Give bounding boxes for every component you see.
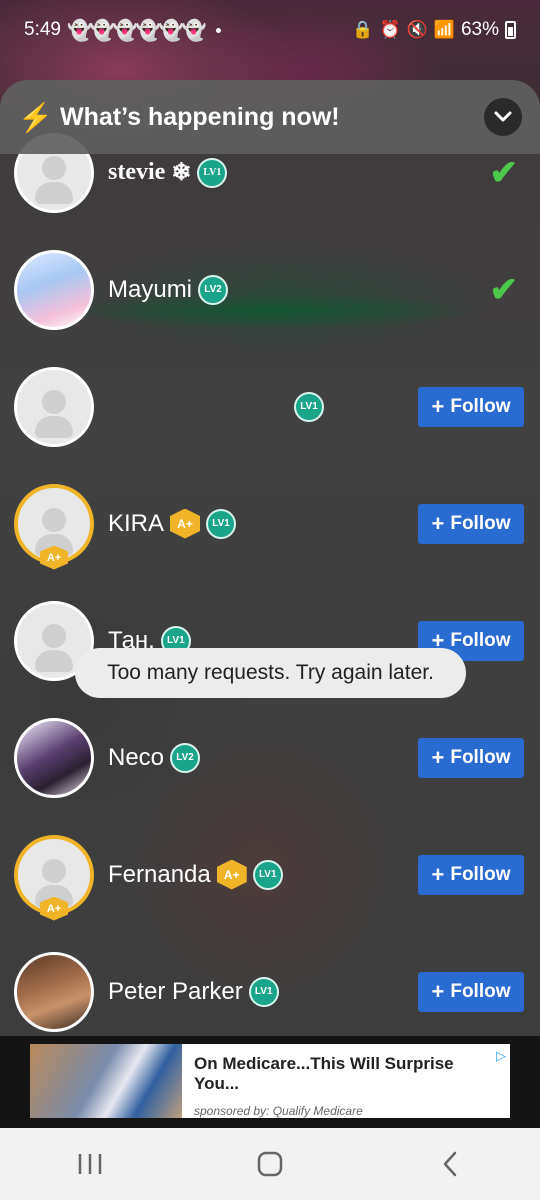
home-button[interactable] [240, 1144, 300, 1184]
lightning-bolt-icon: ⚡ [18, 101, 53, 133]
grade-badge: A+ [216, 859, 247, 890]
list-item[interactable]: A+ Fernanda A+ LV1 + Follow [0, 816, 540, 933]
home-icon [257, 1151, 283, 1177]
follow-button[interactable]: + Follow [418, 971, 524, 1012]
user-name: Fernanda [108, 860, 211, 888]
level-badge: LV1 [294, 391, 324, 422]
user-list[interactable]: stevie ❄ LV1 ✔ Mayumi LV2 ✔ LV1 + Follow… [0, 132, 540, 1128]
level-badge: LV1 [252, 859, 283, 890]
list-item[interactable]: Neco LV2 + Follow [0, 699, 540, 816]
ad-sponsor: sponsored by: Qualify Medicare [194, 1104, 363, 1118]
ad-headline[interactable]: On Medicare...This Will Surprise You... [194, 1054, 498, 1094]
back-chevron-icon [443, 1151, 457, 1177]
ad-banner-area: On Medicare...This Will Surprise You... … [0, 1036, 540, 1128]
battery-icon [505, 21, 516, 39]
ad-image[interactable] [30, 1044, 182, 1118]
whats-happening-panel: ⚡ What’s happening now! stevie ❄ LV1 ✔ M… [0, 80, 540, 1128]
snapchat-ghost-icon: 👻👻👻👻👻👻 [66, 19, 206, 42]
level-badge: LV2 [170, 742, 201, 773]
recent-apps-button[interactable] [60, 1144, 120, 1184]
chevron-down-icon [494, 111, 512, 122]
avatar[interactable] [14, 951, 94, 1032]
list-item[interactable]: LV1 + Follow [0, 348, 540, 465]
user-name: KIRA [108, 509, 165, 537]
avatar[interactable] [14, 249, 94, 330]
ad-choices-icon[interactable]: ▷ [496, 1048, 506, 1064]
level-badge: LV1 [206, 508, 237, 539]
toast-message: Too many requests. Try again later. [75, 648, 466, 698]
avatar[interactable] [14, 717, 94, 798]
battery-percentage: 63% [460, 19, 499, 40]
plus-icon: + [431, 510, 445, 536]
follow-button[interactable]: + Follow [418, 386, 524, 427]
level-badge: LV1 [248, 976, 279, 1007]
status-time: 5:49 [24, 19, 61, 40]
panel-title: What’s happening now! [60, 102, 340, 131]
follow-button[interactable]: + Follow [418, 854, 524, 895]
level-badge: LV2 [198, 274, 229, 305]
following-check-icon[interactable]: ✔ [490, 153, 519, 193]
grade-badge: A+ [170, 508, 201, 539]
plus-icon: + [431, 861, 445, 887]
mute-icon: 🔇 [406, 20, 428, 39]
user-name: stevie [108, 159, 166, 185]
follow-button[interactable]: + Follow [418, 503, 524, 544]
avatar[interactable] [14, 366, 94, 447]
user-name: Peter Parker [108, 977, 243, 1005]
ad-banner[interactable]: On Medicare...This Will Surprise You... … [30, 1044, 510, 1118]
collapse-button[interactable] [484, 98, 522, 136]
follow-button[interactable]: + Follow [418, 737, 524, 778]
status-bar: 5:49 👻👻👻👻👻👻 🔒 ⏰ 🔇 📶 63% [0, 0, 540, 60]
plus-icon: + [431, 978, 445, 1004]
level-badge: LV1 [197, 157, 228, 188]
plus-icon: + [431, 393, 445, 419]
list-item[interactable]: Peter Parker LV1 + Follow [0, 933, 540, 1050]
alarm-icon: ⏰ [379, 20, 401, 39]
plus-icon: + [431, 744, 445, 770]
lock-icon: 🔒 [352, 20, 374, 39]
wifi-icon: 📶 [433, 20, 455, 39]
back-button[interactable] [420, 1144, 480, 1184]
list-item[interactable]: A+ KIRA A+ LV1 + Follow [0, 465, 540, 582]
system-nav-bar [0, 1128, 540, 1200]
more-notifications-dot-icon [216, 27, 222, 33]
following-check-icon[interactable]: ✔ [490, 270, 519, 310]
snowflake-icon: ❄ [171, 160, 192, 186]
panel-header: ⚡ What’s happening now! [0, 80, 540, 154]
list-item[interactable]: Mayumi LV2 ✔ [0, 231, 540, 348]
user-name: Mayumi [108, 275, 193, 303]
user-name: Neco [108, 743, 165, 771]
recent-apps-icon [78, 1154, 102, 1174]
